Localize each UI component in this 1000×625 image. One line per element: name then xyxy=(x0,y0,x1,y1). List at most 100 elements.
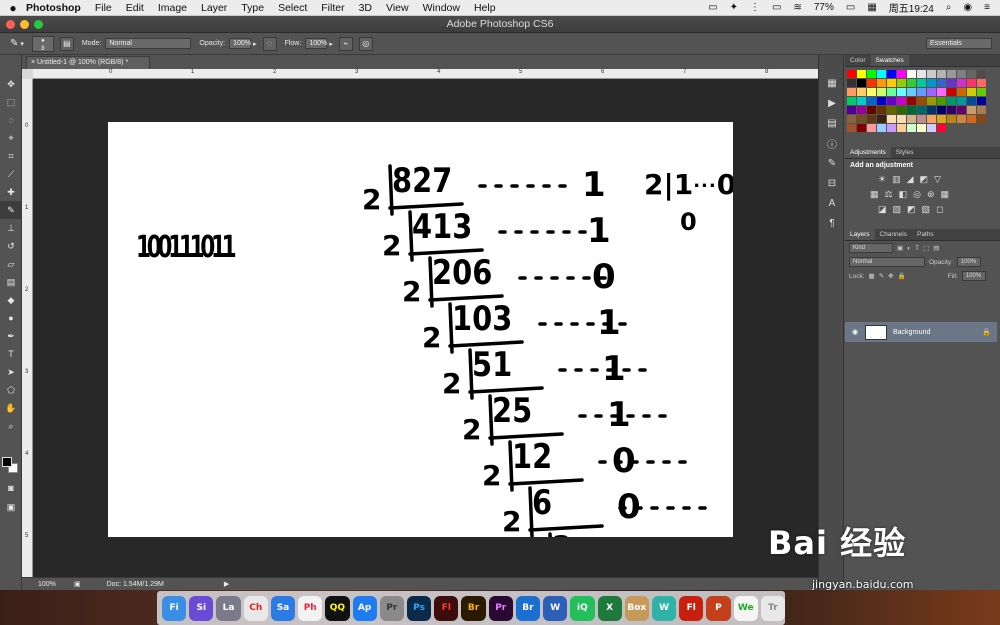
dock-app-br[interactable]: Br xyxy=(461,595,486,621)
character-panel-icon[interactable]: A xyxy=(819,193,845,213)
dock-app-chrome[interactable]: Ch xyxy=(243,595,268,621)
threshold-icon[interactable]: ◩ xyxy=(907,204,916,215)
swatch[interactable] xyxy=(897,79,906,87)
swatch[interactable] xyxy=(927,88,936,96)
info-panel-icon[interactable]: ⓘ xyxy=(819,133,845,153)
swatch[interactable] xyxy=(897,115,906,123)
swatch[interactable] xyxy=(897,70,906,78)
quick-mask-icon[interactable]: ◙ xyxy=(0,479,22,497)
swatch[interactable] xyxy=(917,115,926,123)
swatch[interactable] xyxy=(867,115,876,123)
swatch[interactable] xyxy=(887,88,896,96)
app-menu[interactable]: Photoshop xyxy=(26,2,81,14)
swatch[interactable] xyxy=(967,97,976,105)
crop-tool-icon[interactable]: ⌗ xyxy=(0,147,22,165)
swatch[interactable] xyxy=(937,88,946,96)
swatch[interactable] xyxy=(877,88,886,96)
filter-smart-icon[interactable]: ▤ xyxy=(933,244,939,252)
swatch[interactable] xyxy=(907,88,916,96)
brush-panel-icon[interactable]: ▤ xyxy=(59,36,74,51)
doc-info-arrow-icon[interactable]: ▶ xyxy=(224,580,229,588)
flow-field[interactable]: 100% xyxy=(305,38,328,49)
swatch[interactable] xyxy=(927,115,936,123)
levels-icon[interactable]: ▥ xyxy=(892,174,901,185)
posterize-icon[interactable]: ▨ xyxy=(893,204,902,215)
swatch[interactable] xyxy=(907,106,916,114)
swatch[interactable] xyxy=(957,97,966,105)
swatch[interactable] xyxy=(867,124,876,132)
swatch[interactable] xyxy=(847,115,856,123)
gradient-tool-icon[interactable]: ▤ xyxy=(0,273,22,291)
swatches-grid[interactable] xyxy=(845,67,1000,132)
brightness-icon[interactable]: ☀ xyxy=(878,174,886,185)
swatch[interactable] xyxy=(847,124,856,132)
flag-icon[interactable]: ▦ xyxy=(867,2,876,13)
opacity-arrow-icon[interactable]: ▸ xyxy=(253,40,257,48)
menu-filter[interactable]: Filter xyxy=(321,2,344,14)
swatch[interactable] xyxy=(927,70,936,78)
swatch[interactable] xyxy=(847,106,856,114)
invert-icon[interactable]: ◪ xyxy=(878,204,887,215)
dock-app-box[interactable]: Box xyxy=(624,595,649,621)
dock-app-pr[interactable]: Pr xyxy=(488,595,513,621)
lock-move-icon[interactable]: ✥ xyxy=(888,272,893,280)
opacity-field[interactable]: 100% xyxy=(229,38,252,49)
pressure-opacity-icon[interactable]: ◌ xyxy=(262,36,277,51)
type-tool-icon[interactable]: T xyxy=(0,345,22,363)
hand-tool-icon[interactable]: ✋ xyxy=(0,399,22,417)
gradient-map-icon[interactable]: ▧ xyxy=(922,204,931,215)
tab-paths[interactable]: Paths xyxy=(912,229,939,240)
vibrance-icon[interactable]: ▽ xyxy=(934,174,941,185)
layer-lock-icon[interactable]: 🔒 xyxy=(982,328,991,336)
swatch[interactable] xyxy=(927,97,936,105)
foreground-color-swatch[interactable] xyxy=(2,457,12,467)
swatch[interactable] xyxy=(897,124,906,132)
visibility-eye-icon[interactable]: ◉ xyxy=(845,328,865,336)
swatch[interactable] xyxy=(937,115,946,123)
pressure-size-icon[interactable]: ◎ xyxy=(358,36,373,51)
ruler-horizontal[interactable]: 0 1 2 3 4 5 6 7 8 xyxy=(33,69,818,79)
layer-opacity-field[interactable]: 100% xyxy=(956,257,981,267)
menu-3d[interactable]: 3D xyxy=(359,2,372,14)
menu-view[interactable]: View xyxy=(386,2,409,14)
menu-edit[interactable]: Edit xyxy=(126,2,144,14)
swatch[interactable] xyxy=(857,79,866,87)
menu-image[interactable]: Image xyxy=(158,2,187,14)
photo-filter-icon[interactable]: ◎ xyxy=(913,189,921,200)
swatch[interactable] xyxy=(897,106,906,114)
swatch[interactable] xyxy=(887,97,896,105)
zoom-tool-icon[interactable]: ⌕ xyxy=(0,417,22,435)
swatch[interactable] xyxy=(947,106,956,114)
swatch[interactable] xyxy=(977,97,986,105)
zoom-level[interactable]: 100% xyxy=(38,581,68,588)
swatch[interactable] xyxy=(887,70,896,78)
hue-sat-icon[interactable]: ▦ xyxy=(870,189,879,200)
menu-help[interactable]: Help xyxy=(474,2,496,14)
butterfly-icon[interactable]: ✦ xyxy=(730,2,738,13)
dock-app-siri[interactable]: Si xyxy=(189,595,214,621)
swatch[interactable] xyxy=(867,79,876,87)
lasso-tool-icon[interactable]: ◌ xyxy=(0,111,22,129)
swatch[interactable] xyxy=(887,115,896,123)
dock-app-safari[interactable]: Sa xyxy=(270,595,296,621)
menu-file[interactable]: File xyxy=(95,2,112,14)
swatch[interactable] xyxy=(907,97,916,105)
channel-mixer-icon[interactable]: ⊛ xyxy=(927,189,935,200)
dock-app-browser[interactable]: Br xyxy=(515,595,541,621)
swatch[interactable] xyxy=(887,124,896,132)
history-brush-icon[interactable]: ↺ xyxy=(0,237,22,255)
brush-panel-icon[interactable]: ✎ xyxy=(819,153,845,173)
swatch[interactable] xyxy=(967,88,976,96)
wifi-icon[interactable]: ≋ xyxy=(793,2,801,13)
drawing-canvas[interactable]: 100111011 2 827 1 2 413 1 2 206 0 2 103 1 2 51 1 2 25 1 2 1… xyxy=(108,122,733,537)
mode-select[interactable]: Normal xyxy=(105,38,192,49)
swatch[interactable] xyxy=(917,88,926,96)
swatch[interactable] xyxy=(967,79,976,87)
layer-row-background[interactable]: ◉ Background 🔒 xyxy=(845,322,997,342)
swatch[interactable] xyxy=(867,88,876,96)
dock-app-x[interactable]: X xyxy=(597,595,622,621)
path-select-tool-icon[interactable]: ➤ xyxy=(0,363,22,381)
filter-shape-icon[interactable]: ⬚ xyxy=(923,244,929,252)
dock-app-flash[interactable]: Fl xyxy=(679,595,704,621)
swatch[interactable] xyxy=(877,115,886,123)
